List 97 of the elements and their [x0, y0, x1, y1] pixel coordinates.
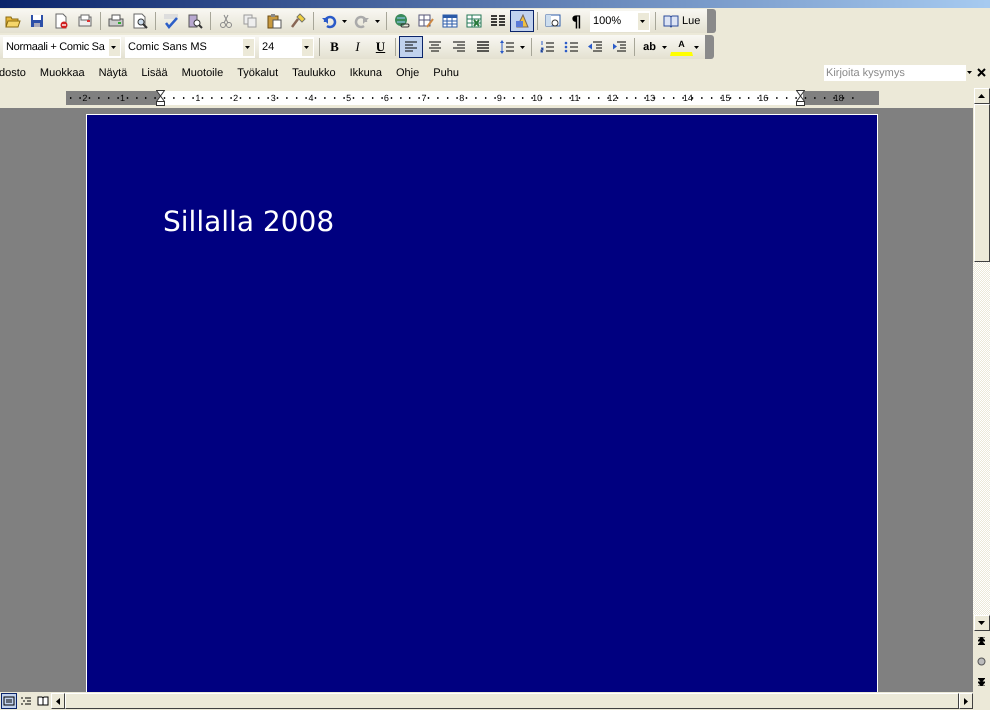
email-icon	[77, 13, 93, 29]
spell-check-icon	[163, 13, 179, 29]
open-book-icon	[663, 14, 679, 28]
view-button[interactable]	[1, 693, 17, 709]
toolbar-options-handle[interactable]	[707, 9, 716, 33]
globe-link-icon	[394, 13, 410, 29]
ruler-number: 14	[682, 93, 694, 103]
redo-icon	[354, 13, 370, 29]
menu-item[interactable]: Puhu	[426, 66, 466, 78]
caret-icon[interactable]	[640, 20, 645, 22]
ruler-number: 11	[569, 93, 580, 103]
print-preview-icon	[132, 13, 148, 29]
menu-item[interactable]: Muotoile	[174, 66, 230, 78]
font-color-button[interactable]: ab	[638, 36, 661, 58]
scroll-thumb[interactable]	[974, 104, 990, 262]
caret-icon[interactable]	[520, 46, 525, 48]
indent-marker-icon[interactable]	[156, 90, 165, 106]
document-icon	[53, 13, 69, 29]
outline-view-icon	[20, 696, 32, 706]
text-style-button[interactable]: I	[346, 36, 369, 58]
close-icon[interactable]	[977, 68, 986, 77]
document-heading: Sillalla 2008	[163, 205, 336, 238]
ruler-number: 16	[757, 93, 770, 103]
menu-item[interactable]: Muokkaa	[32, 66, 92, 78]
ruler-number: 7	[420, 93, 428, 103]
line-spacing-icon	[499, 39, 515, 55]
menu-item[interactable]: Näytä	[92, 66, 134, 78]
down-arrow-icon	[978, 621, 985, 625]
zoom-combo[interactable]: 100%	[590, 10, 650, 32]
up-arrow-icon	[978, 94, 985, 98]
numbered-list-icon	[539, 39, 555, 55]
horizontal-scroll-thumb[interactable]	[65, 693, 959, 709]
ruler-number: 4	[307, 93, 314, 103]
menu-item[interactable]: Lisää	[134, 66, 175, 78]
caret-icon[interactable]	[245, 46, 250, 48]
ruler-number: 15	[720, 93, 732, 103]
normal-view-icon	[3, 696, 15, 706]
scroll-up-button[interactable]	[974, 88, 990, 104]
ruler-number: 1	[194, 93, 202, 103]
highlight-button[interactable]: A	[670, 38, 693, 56]
bulleted-list-icon	[563, 39, 579, 55]
clipboard-icon	[266, 13, 282, 29]
scroll-right-button[interactable]	[959, 693, 973, 709]
caret-icon[interactable]	[342, 20, 347, 22]
indent-marker-icon[interactable]	[796, 90, 806, 106]
toolbar-button[interactable]	[399, 36, 423, 58]
pencil-table-icon	[418, 13, 434, 29]
style-combo[interactable]: Normaali + Comic Sa	[3, 36, 121, 58]
read-button[interactable]: Lue	[659, 10, 704, 32]
undo-icon	[321, 13, 337, 29]
toolbar-options-handle[interactable]	[705, 35, 714, 59]
printer-icon	[108, 13, 124, 29]
right-arrow-icon	[964, 698, 968, 704]
menu-item[interactable]: Ikkuna	[342, 66, 389, 78]
ruler-number: 9	[496, 93, 503, 103]
menu-item[interactable]: Työkalut	[230, 66, 286, 78]
menu-item[interactable]: Ohje	[389, 66, 426, 78]
ruler-number: 6	[382, 93, 390, 103]
spreadsheet-icon	[466, 13, 482, 29]
font-size-combo[interactable]: 24	[259, 36, 314, 58]
document-map-icon	[545, 13, 561, 29]
ruler-number: 13	[644, 93, 656, 103]
ruler-number: 18	[832, 93, 845, 103]
reading-view-icon	[37, 696, 49, 706]
ruler-number: 2	[232, 93, 240, 103]
copy-icon	[242, 13, 258, 29]
scroll-left-button[interactable]	[51, 693, 65, 709]
ruler-number: 1	[119, 93, 126, 103]
help-search-field[interactable]: Kirjoita kysymys	[824, 64, 966, 80]
caret-icon[interactable]	[304, 46, 309, 48]
ruler-number: 10	[531, 93, 544, 103]
text-style-button[interactable]: B	[323, 36, 346, 58]
caret-icon[interactable]	[662, 46, 667, 48]
ruler-number: 12	[606, 93, 618, 103]
ruler-number: 3	[270, 93, 277, 103]
left-arrow-icon	[56, 698, 60, 704]
scroll-down-button[interactable]	[974, 615, 990, 631]
select-browse-object-icon[interactable]	[977, 657, 986, 666]
scissors-icon	[218, 13, 234, 29]
caret-icon[interactable]	[111, 46, 116, 48]
previous-page-icon[interactable]	[978, 637, 985, 645]
ruler-number: 2	[81, 93, 88, 103]
caret-icon[interactable]	[967, 71, 972, 74]
ruler-number: 5	[345, 93, 352, 103]
research-icon	[187, 13, 203, 29]
text-style-button[interactable]: U	[369, 36, 392, 58]
next-page-icon[interactable]	[978, 678, 985, 686]
table-icon	[442, 13, 458, 29]
font-combo[interactable]: Comic Sans MS	[125, 36, 255, 58]
menu-item[interactable]: Taulukko	[285, 66, 343, 78]
shapes-icon	[514, 13, 530, 29]
show-formatting-button[interactable]: ¶	[565, 10, 588, 32]
caret-icon[interactable]	[375, 20, 380, 22]
toolbar-button[interactable]	[510, 10, 534, 32]
ruler-number: 8	[458, 93, 466, 103]
columns-icon	[490, 13, 506, 29]
caret-icon[interactable]	[694, 46, 699, 48]
